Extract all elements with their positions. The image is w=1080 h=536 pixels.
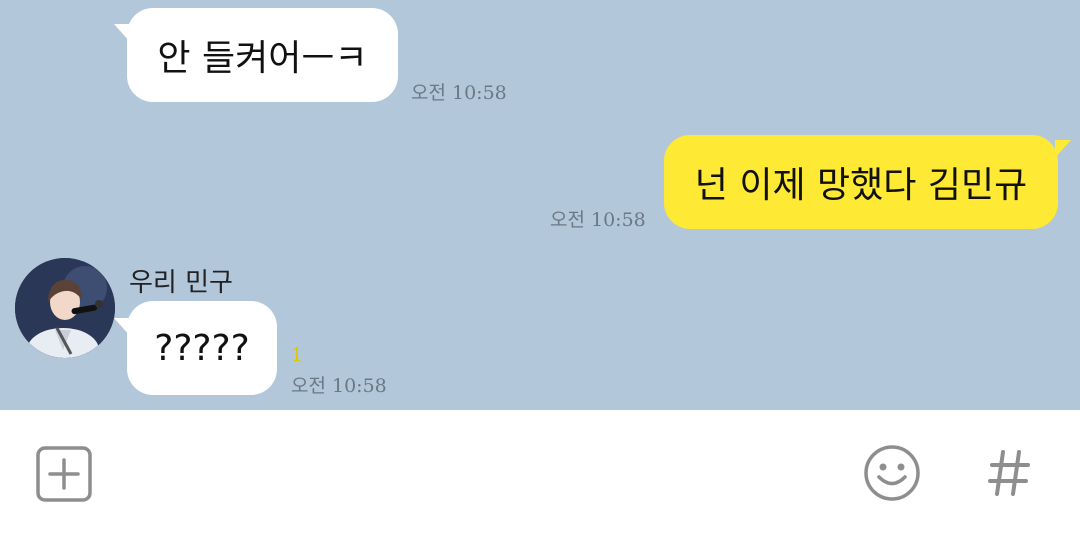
input-toolbar — [0, 410, 1080, 536]
hashtag-icon[interactable] — [987, 448, 1031, 502]
smiley-icon[interactable] — [863, 444, 921, 506]
chat-area[interactable]: 안 들켜어ㅡㅋ 오전 10:58 넌 이제 망했다 김민규 오전 10:58 우… — [0, 0, 1080, 410]
message-bubble-outgoing[interactable]: 넌 이제 망했다 김민규 — [664, 135, 1058, 229]
avatar[interactable] — [15, 258, 115, 358]
plus-square-icon[interactable] — [36, 446, 92, 506]
message-text: 안 들켜어ㅡㅋ — [157, 38, 368, 79]
message-text: ????? — [154, 327, 250, 369]
message-text: 넌 이제 망했다 김민규 — [694, 165, 1028, 206]
message-bubble-incoming[interactable]: 안 들켜어ㅡㅋ — [127, 8, 398, 102]
message-time: 오전 10:58 — [291, 375, 387, 397]
message-bubble-incoming[interactable]: ????? — [127, 301, 277, 395]
message-time: 오전 10:58 — [411, 82, 507, 104]
message-time: 오전 10:58 — [550, 209, 646, 231]
avatar-image — [15, 258, 115, 358]
sender-name: 우리 민구 — [129, 268, 233, 298]
unread-count: 1 — [291, 344, 304, 366]
